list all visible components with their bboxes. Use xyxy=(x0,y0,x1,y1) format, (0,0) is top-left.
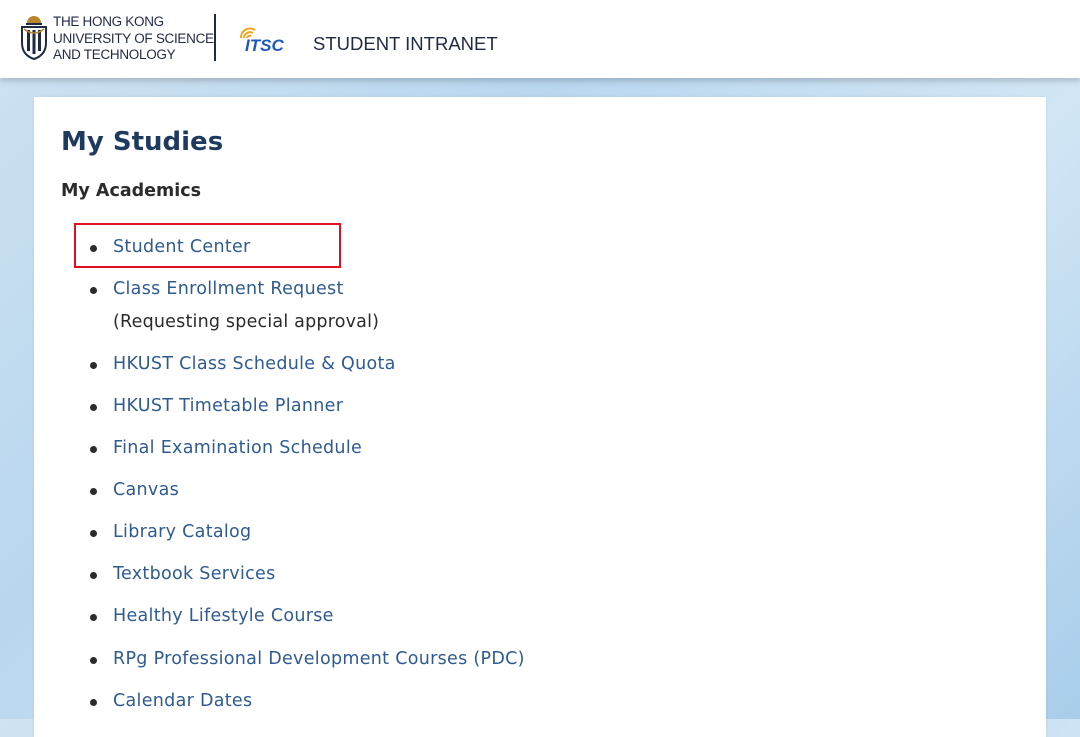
section-title: My Academics xyxy=(61,181,202,201)
final-exam-schedule-link[interactable]: Final Examination Schedule xyxy=(113,438,362,458)
header-divider xyxy=(214,14,216,61)
bullet-icon xyxy=(90,287,97,294)
textbook-services-link[interactable]: Textbook Services xyxy=(113,564,276,584)
portal-title[interactable]: STUDENT INTRANET xyxy=(313,33,498,55)
library-catalog-link[interactable]: Library Catalog xyxy=(113,522,251,542)
university-name[interactable]: THE HONG KONG UNIVERSITY OF SCIENCE AND … xyxy=(53,14,214,64)
student-center-highlight-box xyxy=(74,223,341,268)
university-name-line: UNIVERSITY OF SCIENCE xyxy=(53,30,214,46)
site-header: THE HONG KONG UNIVERSITY OF SCIENCE AND … xyxy=(0,0,1080,78)
itsc-logo-icon[interactable]: ITSC xyxy=(238,26,288,54)
timetable-planner-link[interactable]: HKUST Timetable Planner xyxy=(113,396,343,416)
itsc-logo-text: ITSC xyxy=(245,36,284,54)
rpg-pdc-link[interactable]: RPg Professional Development Courses (PD… xyxy=(113,649,525,669)
hkust-logo-icon[interactable] xyxy=(19,13,49,61)
content-card: My Studies My Academics Student Center C… xyxy=(34,97,1046,737)
bullet-icon xyxy=(90,446,97,453)
class-schedule-quota-link[interactable]: HKUST Class Schedule & Quota xyxy=(113,354,396,374)
bullet-icon xyxy=(90,530,97,537)
bullet-icon xyxy=(90,657,97,664)
bullet-icon xyxy=(90,488,97,495)
bullet-icon xyxy=(90,362,97,369)
university-name-line: THE HONG KONG xyxy=(53,14,164,29)
healthy-lifestyle-course-link[interactable]: Healthy Lifestyle Course xyxy=(113,606,334,626)
page-title: My Studies xyxy=(61,127,224,157)
calendar-dates-link[interactable]: Calendar Dates xyxy=(113,691,252,711)
class-enrollment-request-link[interactable]: Class Enrollment Request xyxy=(113,279,344,299)
university-name-line: AND TECHNOLOGY xyxy=(53,47,176,62)
link-note: (Requesting special approval) xyxy=(113,312,380,332)
canvas-link[interactable]: Canvas xyxy=(113,480,179,500)
bullet-icon xyxy=(90,404,97,411)
bullet-icon xyxy=(90,614,97,621)
bullet-icon xyxy=(90,572,97,579)
bullet-icon xyxy=(90,699,97,706)
